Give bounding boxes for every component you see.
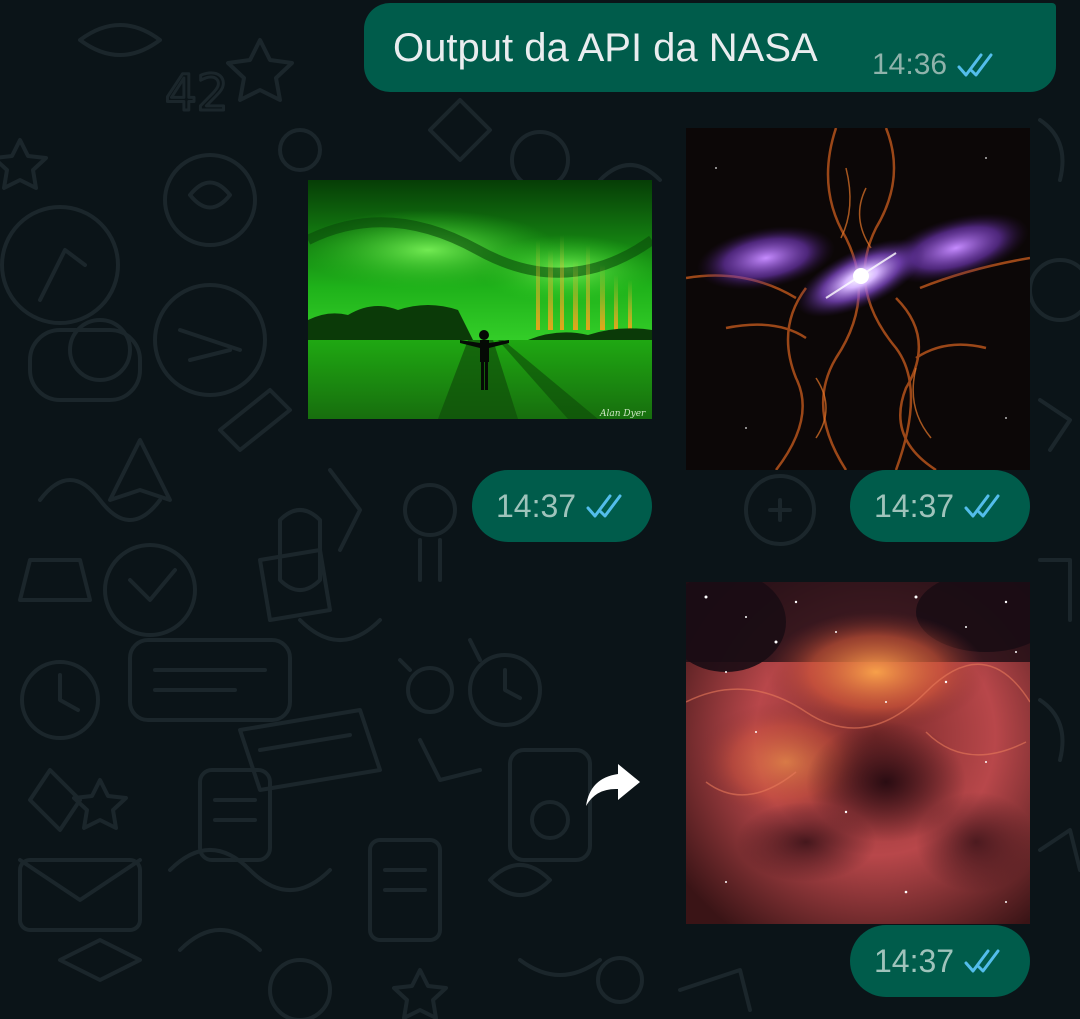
message-text: Output da API da NASA [393, 26, 818, 70]
message-meta: 14:37 [874, 488, 1006, 524]
message-time: 14:37 [874, 488, 955, 524]
image-message-footer: 14:37 [850, 470, 1030, 542]
double-check-icon [957, 53, 993, 77]
message-time: 14:37 [496, 488, 577, 524]
message-time: 14:37 [874, 943, 955, 979]
svg-text:42: 42 [165, 64, 229, 122]
message-time: 14:36 [872, 48, 948, 81]
message-meta: 14:37 [496, 488, 628, 524]
double-check-icon [964, 949, 1000, 973]
outgoing-message-bubble[interactable]: Output da API da NASA 14:36 [364, 3, 1056, 92]
image-message-footer: 14:37 [472, 470, 652, 542]
double-check-icon [964, 494, 1000, 518]
photo-signature: Alan Dyer [599, 409, 646, 419]
purple-nebula-photo[interactable] [686, 128, 1030, 470]
red-nebula-photo[interactable] [686, 582, 1030, 924]
double-check-icon [586, 494, 622, 518]
forward-icon[interactable] [584, 760, 642, 808]
aurora-photo[interactable]: Alan Dyer [308, 180, 652, 419]
message-meta: 14:36 [872, 47, 999, 83]
image-message-footer: 14:37 [850, 925, 1030, 997]
message-meta: 14:37 [874, 943, 1006, 979]
